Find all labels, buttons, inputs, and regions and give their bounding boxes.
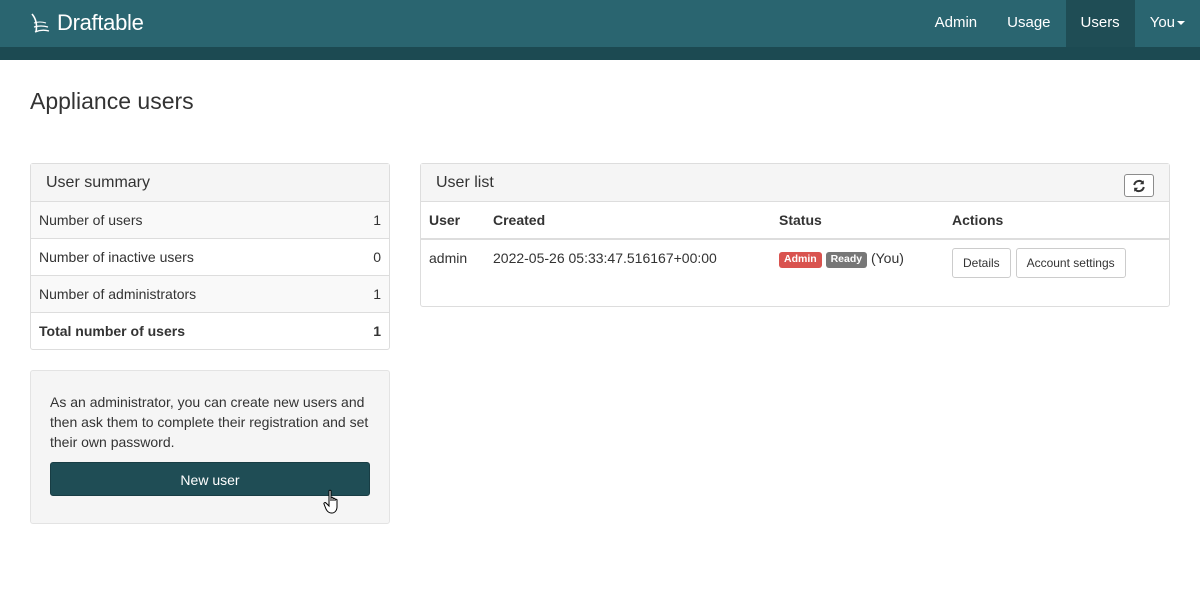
summary-value: 1	[373, 286, 381, 302]
column-header-user: User	[421, 202, 485, 240]
summary-row-total-users: Total number of users 1	[31, 313, 389, 350]
page-title: Appliance users	[30, 88, 194, 114]
column-header-status: Status	[771, 202, 944, 240]
caret-down-icon	[1177, 21, 1185, 26]
new-user-button[interactable]: New user	[50, 462, 370, 496]
summary-row-administrators: Number of administrators 1	[31, 276, 389, 313]
account-settings-button[interactable]: Account settings	[1015, 248, 1126, 278]
summary-row-users: Number of users 1	[31, 202, 389, 239]
table-row: admin 2022-05-26 05:33:47.516167+00:00 A…	[421, 239, 1169, 279]
cell-user: admin	[429, 250, 468, 266]
cell-created: 2022-05-26 05:33:47.516167+00:00	[493, 250, 717, 266]
nav-item-you-label: You	[1149, 14, 1175, 31]
draftable-logo-icon	[31, 13, 50, 33]
hand-pointer-cursor-icon	[323, 489, 338, 514]
top-navbar: Draftable Admin Usage Users You	[0, 0, 1200, 47]
brand-logo[interactable]: Draftable	[29, 8, 144, 38]
cell-status: Admin Ready (You)	[771, 239, 944, 279]
summary-label: Number of inactive users	[39, 249, 194, 265]
user-list-heading-bar: User list	[421, 164, 1169, 202]
nav-item-admin[interactable]: Admin	[920, 0, 993, 47]
nav-item-users[interactable]: Users	[1065, 0, 1135, 47]
user-table-header-row: User Created Status Actions	[421, 202, 1169, 240]
navbar-strip	[0, 47, 1200, 60]
admin-info-text: As an administrator, you can create new …	[50, 394, 369, 450]
user-list-heading: User list	[436, 174, 494, 191]
column-header-actions: Actions	[944, 202, 1169, 240]
user-table: User Created Status Actions admin 2022-0…	[421, 202, 1169, 279]
status-note: (You)	[870, 250, 904, 266]
user-list-panel: User list User Created Status Actions ad…	[420, 163, 1170, 307]
status-badge-ready: Ready	[825, 252, 868, 268]
details-button[interactable]: Details	[952, 248, 1011, 278]
summary-label: Number of users	[39, 212, 143, 228]
status-badge-admin: Admin	[779, 252, 822, 268]
summary-row-inactive-users: Number of inactive users 0	[31, 239, 389, 276]
user-summary-heading: User summary	[31, 164, 389, 202]
refresh-button[interactable]	[1124, 174, 1154, 197]
nav-item-usage[interactable]: Usage	[992, 0, 1065, 47]
summary-label: Number of administrators	[39, 286, 197, 302]
main-nav: Admin Usage Users You	[920, 0, 1200, 47]
summary-value: 1	[373, 212, 381, 228]
summary-value: 1	[373, 323, 381, 339]
summary-label: Total number of users	[39, 323, 185, 339]
nav-item-you-dropdown[interactable]: You	[1135, 0, 1200, 47]
column-header-created: Created	[485, 202, 771, 240]
user-summary-panel: User summary Number of users 1 Number of…	[30, 163, 390, 350]
cell-actions: Details Account settings	[944, 239, 1169, 279]
summary-value: 0	[373, 249, 381, 265]
refresh-icon	[1133, 179, 1145, 192]
brand-name: Draftable	[57, 10, 144, 35]
